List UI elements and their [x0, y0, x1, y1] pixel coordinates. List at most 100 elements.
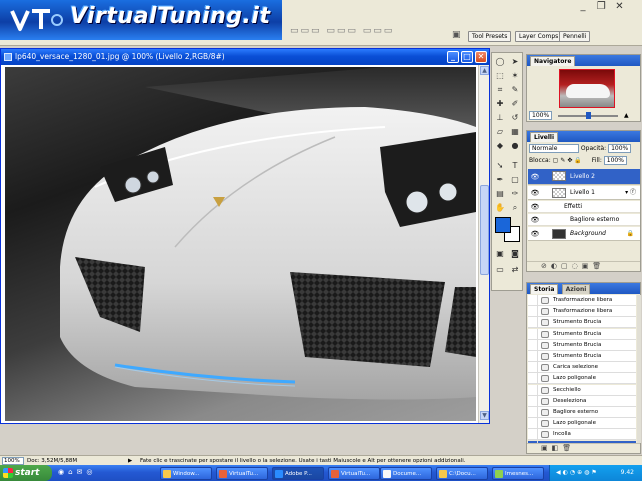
history-brush-source-box[interactable]	[528, 339, 538, 351]
layers-footer-icons[interactable]: ⊘◐▢◌▣🗑	[527, 261, 640, 271]
blur-icon[interactable]: ◆	[493, 140, 507, 152]
history-titlebar[interactable]: Storia Azioni	[527, 283, 640, 294]
clone-stamp-icon[interactable]: ⊥	[493, 112, 507, 124]
eye-icon[interactable]: 👁	[530, 227, 540, 241]
history-item[interactable]: Bagliore esterno	[528, 407, 636, 418]
history-brush-source-box[interactable]	[528, 328, 538, 340]
notes-icon[interactable]: ▤	[493, 188, 507, 200]
navigator-zoom-field[interactable]: 100%	[529, 111, 553, 120]
zoom-in-icon[interactable]: ▲	[624, 112, 629, 119]
history-brush-source-box[interactable]	[528, 295, 538, 306]
zoom-icon[interactable]: ⌕	[508, 202, 522, 214]
tab-azioni[interactable]: Azioni	[561, 284, 591, 294]
tab-layer-comps[interactable]: Layer Comps	[515, 31, 563, 42]
tab-navigator[interactable]: Navigatore	[530, 56, 576, 66]
image-canvas[interactable]	[5, 67, 476, 421]
layer-row[interactable]: 👁 Background 🔒	[528, 227, 640, 241]
healing-brush-icon[interactable]: ✚	[493, 98, 507, 110]
restore-icon[interactable]: ❐	[594, 1, 608, 14]
scroll-up-icon[interactable]: ▲	[480, 66, 489, 75]
opacity-field[interactable]: 100%	[608, 144, 632, 153]
taskbar-window-button[interactable]: VirtualTu...	[216, 467, 268, 480]
navigator-titlebar[interactable]: Navigatore	[527, 55, 640, 66]
eye-icon[interactable]: 👁	[530, 186, 540, 200]
eye-icon[interactable]: 👁	[530, 169, 540, 185]
magic-wand-icon[interactable]: ✶	[508, 70, 522, 82]
doc-close-button[interactable]: ✕	[475, 51, 487, 63]
scroll-down-icon[interactable]: ▼	[480, 411, 489, 420]
history-item[interactable]: Strumento Brucia	[528, 328, 636, 340]
doc-minimize-button[interactable]: _	[447, 51, 459, 63]
shape-icon[interactable]: ▢	[508, 174, 522, 186]
standard-mode-icon[interactable]: ◙	[508, 248, 522, 260]
history-item[interactable]: Lazo poligonale	[528, 373, 636, 385]
status-zoom-field[interactable]: 100%	[2, 457, 24, 465]
zoom-slider[interactable]	[558, 111, 619, 119]
history-item[interactable]: Strumento Brucia	[528, 351, 636, 362]
quick-mask-icon[interactable]: ▣	[493, 248, 507, 260]
gradient-icon[interactable]: ▦	[508, 126, 522, 138]
tray-icons[interactable]: ◀◐◔⊕◍⚑	[556, 465, 599, 481]
taskbar-window-button[interactable]: C:\Docu...	[436, 467, 488, 480]
lock-icons[interactable]: ▢✎✥🔒	[553, 157, 584, 164]
history-item[interactable]: Trasformazione libera	[528, 306, 636, 318]
jump-to-imageready-icon[interactable]: ⇄	[508, 264, 522, 276]
history-brush-source-box[interactable]	[528, 395, 538, 407]
document-vertical-scrollbar[interactable]: ▲ ▼	[478, 65, 489, 423]
history-brush-icon[interactable]: ↺	[508, 112, 522, 124]
brush-icon[interactable]: ✐	[508, 98, 522, 110]
scroll-thumb[interactable]	[480, 185, 489, 275]
doc-maximize-button[interactable]: □	[461, 51, 473, 63]
fill-field[interactable]: 100%	[603, 156, 627, 165]
move-tool-icon[interactable]: ➤	[508, 56, 522, 68]
layer-effects-row[interactable]: 👁 Effetti	[528, 201, 640, 213]
type-tool-icon[interactable]: T	[508, 160, 522, 172]
layers-titlebar[interactable]: Livelli	[527, 131, 640, 142]
path-select-icon[interactable]: ➘	[493, 160, 507, 172]
crop-icon[interactable]: ⌗	[493, 84, 507, 96]
slice-icon[interactable]: ✎	[508, 84, 522, 96]
tab-tool-presets[interactable]: Tool Presets	[468, 31, 512, 42]
layer-row[interactable]: 👁 Livello 2	[528, 169, 640, 185]
history-brush-source-box[interactable]	[528, 429, 538, 441]
layer-effect-item[interactable]: 👁 Bagliore esterno	[528, 214, 640, 226]
history-brush-source-box[interactable]	[528, 418, 538, 430]
dodge-icon[interactable]: ●	[508, 140, 522, 152]
history-scrollbar[interactable]	[637, 295, 641, 443]
eyedropper-icon[interactable]: ✑	[508, 188, 522, 200]
tab-pennelli[interactable]: Pennelli	[559, 31, 591, 42]
history-item[interactable]: Deseleziona	[528, 395, 636, 407]
history-item[interactable]: Trasformazione libera	[528, 295, 636, 306]
history-item[interactable]: Lazo poligonale	[528, 418, 636, 430]
history-brush-source-box[interactable]	[528, 362, 538, 374]
taskbar-window-button[interactable]: Imesnes...	[492, 467, 544, 480]
screen-mode-icon[interactable]: ▭	[493, 264, 507, 276]
effects-icon[interactable]: ▾ ⓕ	[625, 186, 636, 200]
blend-mode-select[interactable]: Normale	[529, 144, 579, 153]
eye-icon[interactable]: 👁	[530, 201, 540, 213]
taskbar-window-button[interactable]: Docume...	[380, 467, 432, 480]
tab-storia[interactable]: Storia	[530, 284, 559, 294]
history-brush-source-box[interactable]	[528, 306, 538, 318]
palette-well-icon[interactable]: ▣	[452, 30, 461, 40]
minimize-icon[interactable]: _	[576, 1, 590, 14]
taskbar-window-button[interactable]: Window...	[160, 467, 212, 480]
align-icons[interactable]: ▭▭▭ ▭▭▭ ▭▭▭	[290, 26, 394, 36]
navigator-thumbnail[interactable]	[559, 69, 615, 108]
history-brush-source-box[interactable]	[528, 351, 538, 362]
history-brush-source-box[interactable]	[528, 407, 538, 418]
history-item[interactable]: Secchiello	[528, 384, 636, 396]
history-item[interactable]: Strumento Brucia	[528, 317, 636, 329]
eye-icon[interactable]: 👁	[530, 214, 540, 226]
close-icon[interactable]: ✕	[612, 1, 626, 14]
document-titlebar[interactable]: lp640_versace_1280_01.jpg @ 100% (Livell…	[1, 49, 489, 65]
history-brush-source-box[interactable]	[528, 384, 538, 396]
history-brush-source-box[interactable]	[528, 373, 538, 385]
history-brush-source-box[interactable]	[528, 317, 538, 329]
layer-row[interactable]: 👁 Livello 1 ▾ ⓕ	[528, 186, 640, 200]
quick-launch-icons[interactable]: ◉⌂✉◎	[58, 468, 97, 476]
foreground-color-swatch[interactable]	[495, 217, 511, 233]
marquee-icon[interactable]: ⬚	[493, 70, 507, 82]
start-button[interactable]: start	[0, 465, 52, 481]
zoom-slider-handle[interactable]	[586, 111, 592, 119]
